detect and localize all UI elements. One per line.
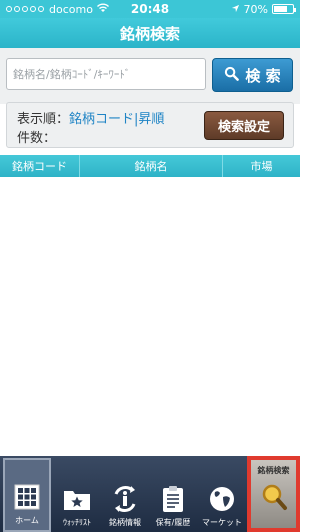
page-title: 銘柄検索 bbox=[0, 18, 300, 48]
tab-home[interactable]: ホーム bbox=[3, 458, 51, 532]
column-header-code[interactable]: 銘柄コード bbox=[0, 155, 80, 177]
tab-stock-info[interactable]: 銘柄情報 bbox=[101, 458, 149, 532]
tab-label: ｳｫｯﾁﾘｽﾄ bbox=[63, 518, 91, 527]
search-area: 検 索 bbox=[0, 48, 300, 104]
sort-panel: 表示順：銘柄コード|昇順 件数： 検索設定 bbox=[6, 102, 294, 148]
battery-percent: 70% bbox=[243, 2, 268, 16]
tab-watchlist[interactable]: ｳｫｯﾁﾘｽﾄ bbox=[53, 458, 101, 532]
tab-label: 銘柄検索 bbox=[257, 466, 290, 475]
tab-label: ホーム bbox=[15, 516, 39, 525]
results-list bbox=[0, 177, 300, 455]
magnifier-icon bbox=[259, 482, 289, 516]
tab-market[interactable]: マーケット bbox=[198, 458, 246, 532]
search-input[interactable] bbox=[6, 58, 206, 90]
search-settings-button[interactable]: 検索設定 bbox=[204, 111, 284, 140]
tab-stock-search[interactable]: 銘柄検索 bbox=[247, 456, 300, 532]
globe-icon bbox=[207, 484, 237, 514]
tab-label: マーケット bbox=[202, 518, 242, 527]
sort-order-value: 銘柄コード|昇順 bbox=[69, 112, 165, 127]
tab-label: 保有/履歴 bbox=[155, 518, 191, 527]
star-folder-icon bbox=[62, 484, 92, 514]
info-icon bbox=[110, 484, 140, 514]
search-button-label: 検 索 bbox=[245, 66, 281, 85]
grid-icon bbox=[12, 482, 42, 512]
tab-label: 銘柄情報 bbox=[109, 518, 141, 527]
results-table-header: 銘柄コード 銘柄名 市場 bbox=[0, 155, 300, 177]
column-header-name[interactable]: 銘柄名 bbox=[80, 155, 223, 177]
sort-order-line: 表示順：銘柄コード|昇順 bbox=[17, 108, 164, 127]
bottom-tab-bar: ホーム ｳｫｯﾁﾘｽﾄ 銘柄情報 保有/履歴 マーケット 銘柄検索 bbox=[0, 456, 300, 532]
battery-icon bbox=[272, 4, 296, 14]
tab-holdings-history[interactable]: 保有/履歴 bbox=[149, 458, 197, 532]
search-icon bbox=[224, 66, 240, 85]
result-count: 件数： bbox=[17, 131, 57, 146]
clipboard-icon bbox=[158, 484, 188, 514]
sort-order-label: 表示順： bbox=[17, 112, 70, 127]
search-button[interactable]: 検 索 bbox=[212, 58, 293, 92]
column-header-market[interactable]: 市場 bbox=[223, 155, 300, 177]
status-bar: docomo 20:48 70% bbox=[0, 0, 300, 18]
location-icon bbox=[231, 3, 240, 16]
